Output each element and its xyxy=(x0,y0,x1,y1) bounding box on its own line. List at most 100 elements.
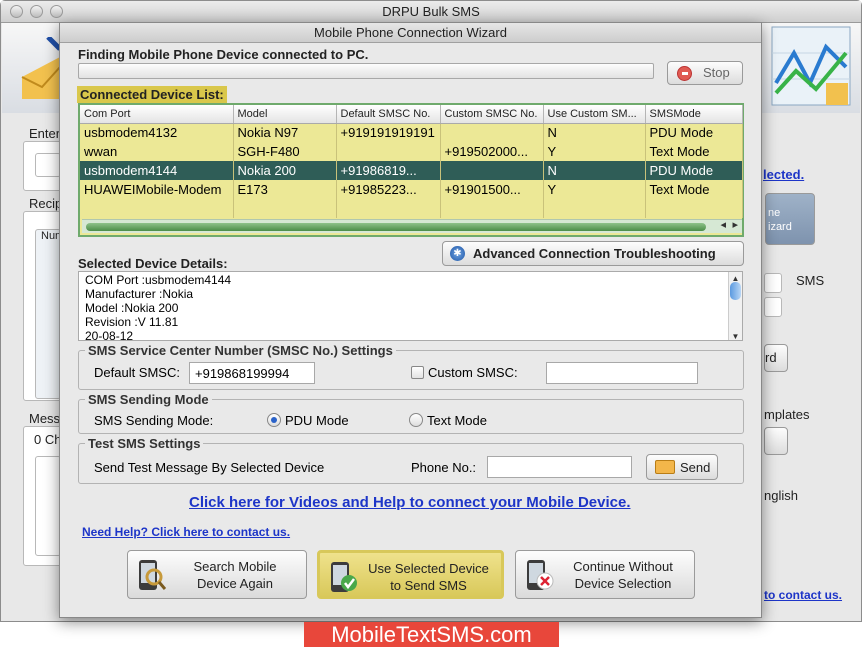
column-header-default-smsc[interactable]: Default SMSC No. xyxy=(336,105,441,124)
details-vscrollbar[interactable]: ▲ ▼ xyxy=(728,272,742,340)
bg-message-input[interactable] xyxy=(35,456,61,556)
finding-device-label: Finding Mobile Phone Device connected to… xyxy=(78,47,369,62)
phone-number-field[interactable] xyxy=(487,456,632,478)
pdu-mode-label: PDU Mode xyxy=(285,413,349,428)
bg-rd-button[interactable]: rd xyxy=(764,344,788,372)
cell-com-port: usbmodem4132 xyxy=(80,123,234,142)
column-header-com-port[interactable]: Com Port xyxy=(80,105,234,124)
phone-number-label: Phone No.: xyxy=(411,460,477,475)
bg-sms-label: SMS xyxy=(796,273,825,288)
text-mode-label: Text Mode xyxy=(427,413,487,428)
cell-empty xyxy=(645,199,743,218)
vscroll-thumb[interactable] xyxy=(730,282,741,300)
cell-custom-smsc xyxy=(440,161,544,180)
phone-check-icon xyxy=(331,562,357,592)
device-table[interactable]: Com Port Model Default SMSC No. Custom S… xyxy=(80,105,743,218)
use-selected-device-button[interactable]: Use Selected Device to Send SMS xyxy=(317,550,504,599)
cell-sms-mode: Text Mode xyxy=(645,142,743,161)
advanced-troubleshooting-button[interactable]: ✱ Advanced Connection Troubleshooting xyxy=(442,241,744,266)
detail-line: 20-08-12 xyxy=(85,329,134,341)
cell-sms-mode: Text Mode xyxy=(645,180,743,199)
column-header-custom-smsc[interactable]: Custom SMSC No. xyxy=(440,105,544,124)
cell-custom-smsc: +91901500... xyxy=(440,180,544,199)
bg-template-button[interactable] xyxy=(764,427,788,455)
watermark-banner: MobileTextSMS.com xyxy=(304,622,559,647)
pdu-mode-radio[interactable] xyxy=(267,413,281,427)
column-header-model[interactable]: Model xyxy=(233,105,337,124)
table-row[interactable]: usbmodem4132 Nokia N97 +919191919191 N P… xyxy=(80,123,743,142)
table-row[interactable]: HUAWEIMobile-Modem E173 +91985223... +91… xyxy=(80,180,743,199)
detail-line: Model :Nokia 200 xyxy=(85,301,179,315)
custom-smsc-label: Custom SMSC: xyxy=(428,365,518,380)
connected-device-list-label: Connected Device List: xyxy=(77,86,227,103)
default-smsc-field[interactable]: +919868199994 xyxy=(189,362,315,384)
need-help-link[interactable]: Need Help? Click here to contact us. xyxy=(82,525,290,539)
custom-smsc-checkbox[interactable] xyxy=(411,366,424,379)
column-header-sms-mode[interactable]: SMSMode xyxy=(645,105,743,124)
envelope-icon xyxy=(655,460,675,474)
table-row-selected[interactable]: usbmodem4144 Nokia 200 +91986819... N PD… xyxy=(80,161,743,180)
selected-device-details[interactable]: COM Port :usbmodem4144 Manufacturer :Nok… xyxy=(78,271,743,341)
table-row-empty[interactable] xyxy=(80,199,743,218)
cell-default-smsc xyxy=(336,142,441,161)
phone-cancel-icon xyxy=(527,560,554,590)
close-window-button[interactable] xyxy=(10,5,23,18)
cell-model: Nokia 200 xyxy=(233,161,337,180)
connected-device-list[interactable]: Com Port Model Default SMSC No. Custom S… xyxy=(78,103,744,237)
cell-use-custom: N xyxy=(543,123,646,142)
detail-line: Manufacturer :Nokia xyxy=(85,287,194,301)
main-titlebar: DRPU Bulk SMS xyxy=(1,1,861,23)
scroll-down-arrow-icon[interactable]: ▼ xyxy=(729,330,742,340)
videos-help-link[interactable]: Click here for Videos and Help to connec… xyxy=(189,494,631,511)
zoom-window-button[interactable] xyxy=(50,5,63,18)
bg-english-label: nglish xyxy=(764,488,798,503)
bg-enter-label: Enter xyxy=(29,126,61,141)
scroll-left-arrow-icon[interactable]: ◂ xyxy=(720,218,726,231)
bg-wizard-button[interactable]: ne izard xyxy=(765,193,815,245)
stop-icon xyxy=(677,66,692,81)
bg-contact-link[interactable]: to contact us. xyxy=(764,588,842,602)
device-list-hscrollbar[interactable]: ◂ ▸ xyxy=(82,219,742,233)
minimize-window-button[interactable] xyxy=(30,5,43,18)
cell-sms-mode: PDU Mode xyxy=(645,161,743,180)
scroll-right-arrow-icon[interactable]: ▸ xyxy=(732,218,738,231)
bg-selected-link[interactable]: lected. xyxy=(763,167,804,182)
cell-model: E173 xyxy=(233,180,337,199)
cell-empty xyxy=(336,199,441,218)
selected-device-details-label: Selected Device Details: xyxy=(78,256,228,271)
bg-select-2[interactable] xyxy=(764,297,782,317)
gear-icon: ✱ xyxy=(450,246,465,261)
send-button[interactable]: Send xyxy=(646,454,718,480)
cell-custom-smsc: +919502000... xyxy=(440,142,544,161)
main-window-title: DRPU Bulk SMS xyxy=(382,4,480,19)
continue-without-device-button[interactable]: Continue Without Device Selection xyxy=(515,550,695,599)
search-device-again-label: Search Mobile Device Again xyxy=(193,559,277,591)
send-test-message-label: Send Test Message By Selected Device xyxy=(94,460,325,475)
stop-button[interactable]: Stop xyxy=(667,61,743,85)
hscroll-thumb[interactable] xyxy=(86,223,706,231)
column-header-use-custom[interactable]: Use Custom SM... xyxy=(543,105,646,124)
scroll-up-arrow-icon[interactable]: ▲ xyxy=(729,272,742,283)
detail-line: Revision :V 11.81 xyxy=(85,315,179,329)
connection-wizard-dialog: Mobile Phone Connection Wizard Finding M… xyxy=(59,22,762,618)
search-device-again-button[interactable]: Search Mobile Device Again xyxy=(127,550,307,599)
bg-recip-label: Recip xyxy=(29,196,63,211)
bg-templates-label: mplates xyxy=(764,407,810,422)
cell-com-port: HUAWEIMobile-Modem xyxy=(80,180,234,199)
bg-input[interactable] xyxy=(35,153,61,177)
text-mode-radio[interactable] xyxy=(409,413,423,427)
custom-smsc-field[interactable] xyxy=(546,362,698,384)
advanced-troubleshooting-label: Advanced Connection Troubleshooting xyxy=(473,246,716,261)
bg-recipient-list[interactable] xyxy=(35,229,61,399)
cell-com-port: wwan xyxy=(80,142,234,161)
default-smsc-label: Default SMSC: xyxy=(94,365,180,380)
search-progress-bar xyxy=(78,63,654,79)
table-row[interactable]: wwan SGH-F480 +919502000... Y Text Mode xyxy=(80,142,743,161)
cell-custom-smsc xyxy=(440,123,544,142)
continue-without-device-label: Continue Without Device Selection xyxy=(573,559,673,591)
bg-select[interactable] xyxy=(764,273,782,293)
stop-label: Stop xyxy=(703,65,730,80)
sms-sending-mode-label: SMS Sending Mode: xyxy=(94,413,214,428)
wizard-title: Mobile Phone Connection Wizard xyxy=(60,23,761,43)
cell-empty xyxy=(80,199,234,218)
